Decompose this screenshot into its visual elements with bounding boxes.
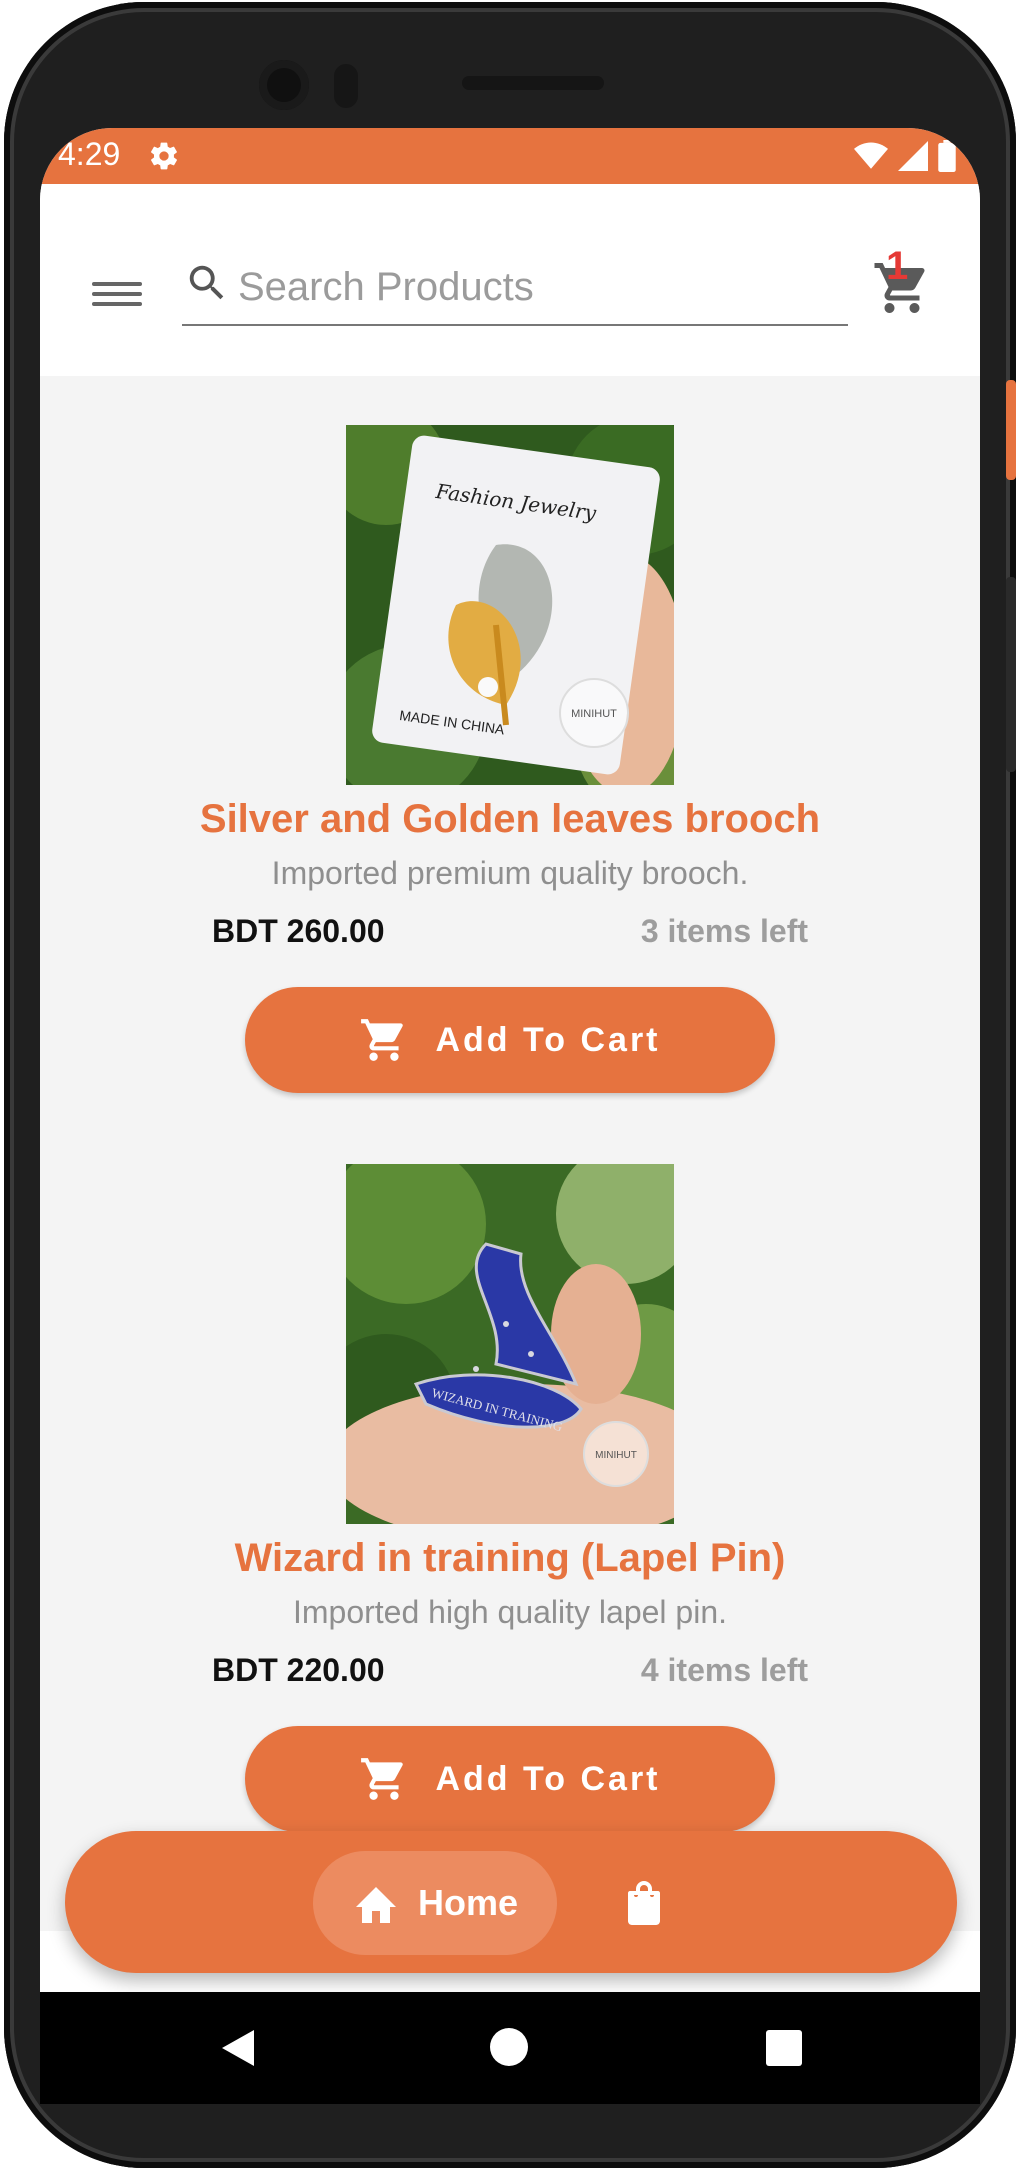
status-time: 4:29 <box>58 136 121 172</box>
nav-home-button[interactable]: Home <box>313 1851 557 1955</box>
app-screen: 4:29 Search Products 1 Fashion Jewelry M… <box>40 128 980 1992</box>
bottom-navigation: Home <box>65 1831 957 1973</box>
shopping-cart-icon <box>361 1758 404 1800</box>
status-bar: 4:29 <box>40 128 980 184</box>
product-price: BDT 260.00 <box>212 913 385 949</box>
product-stock: 4 items left <box>640 1652 808 1688</box>
add-to-cart-label: Add To Cart <box>435 1759 661 1798</box>
cart-count-badge: 1 <box>886 244 909 288</box>
search-input[interactable] <box>236 258 840 316</box>
home-circle-icon[interactable] <box>490 2028 528 2066</box>
add-to-cart-button[interactable]: Add To Cart <box>245 1726 775 1832</box>
shopping-bag-icon[interactable] <box>620 1877 668 1929</box>
recents-icon[interactable] <box>766 2030 802 2066</box>
product-description: Imported high quality lapel pin. <box>292 1594 728 1630</box>
add-to-cart-label: Add To Cart <box>435 1020 661 1059</box>
product-title[interactable]: Wizard in training (Lapel Pin) <box>40 1536 980 1581</box>
home-icon <box>355 1887 396 1923</box>
front-camera <box>259 60 309 110</box>
device-frame: 4:29 Search Products 1 Fashion Jewelry M… <box>0 0 1024 2171</box>
add-to-cart-button[interactable]: Add To Cart <box>245 987 775 1093</box>
product-description: Imported premium quality brooch. <box>271 855 749 891</box>
wifi-icon <box>854 142 888 169</box>
search-bar <box>182 252 848 326</box>
product-card: WIZARD IN TRAINING MINIHUT Wizard in tra… <box>40 1164 980 1904</box>
product-image-brooch[interactable]: Fashion Jewelry MADE IN CHINA MINIHUT <box>346 425 674 785</box>
earpiece-speaker <box>462 76 604 90</box>
shopping-cart-icon <box>361 1019 404 1061</box>
product-card: Fashion Jewelry MADE IN CHINA MINIHUT Si… <box>40 425 980 1165</box>
product-image-lapel-pin[interactable]: WIZARD IN TRAINING MINIHUT <box>346 1164 674 1524</box>
product-price: BDT 220.00 <box>212 1652 385 1688</box>
watermark-text: MINIHUT <box>571 708 617 720</box>
power-button <box>1006 380 1016 480</box>
product-title[interactable]: Silver and Golden leaves brooch <box>40 797 980 842</box>
back-icon[interactable] <box>218 2028 258 2068</box>
battery-icon <box>938 140 956 172</box>
cart-button[interactable]: 1 <box>872 244 942 324</box>
product-list: Fashion Jewelry MADE IN CHINA MINIHUT Si… <box>40 376 980 1992</box>
watermark-text: MINIHUT <box>595 1450 637 1461</box>
hamburger-menu-icon[interactable] <box>92 276 142 312</box>
signal-icon <box>898 141 928 171</box>
app-header: 1 <box>40 184 980 376</box>
volume-button <box>1006 577 1016 772</box>
system-navigation-bar <box>40 1992 980 2104</box>
nav-home-label: Home <box>417 1882 519 1923</box>
gear-icon <box>151 142 177 170</box>
status-icons <box>854 140 956 172</box>
proximity-sensor <box>334 64 358 108</box>
product-stock: 3 items left <box>640 913 808 949</box>
search-icon <box>189 265 224 300</box>
